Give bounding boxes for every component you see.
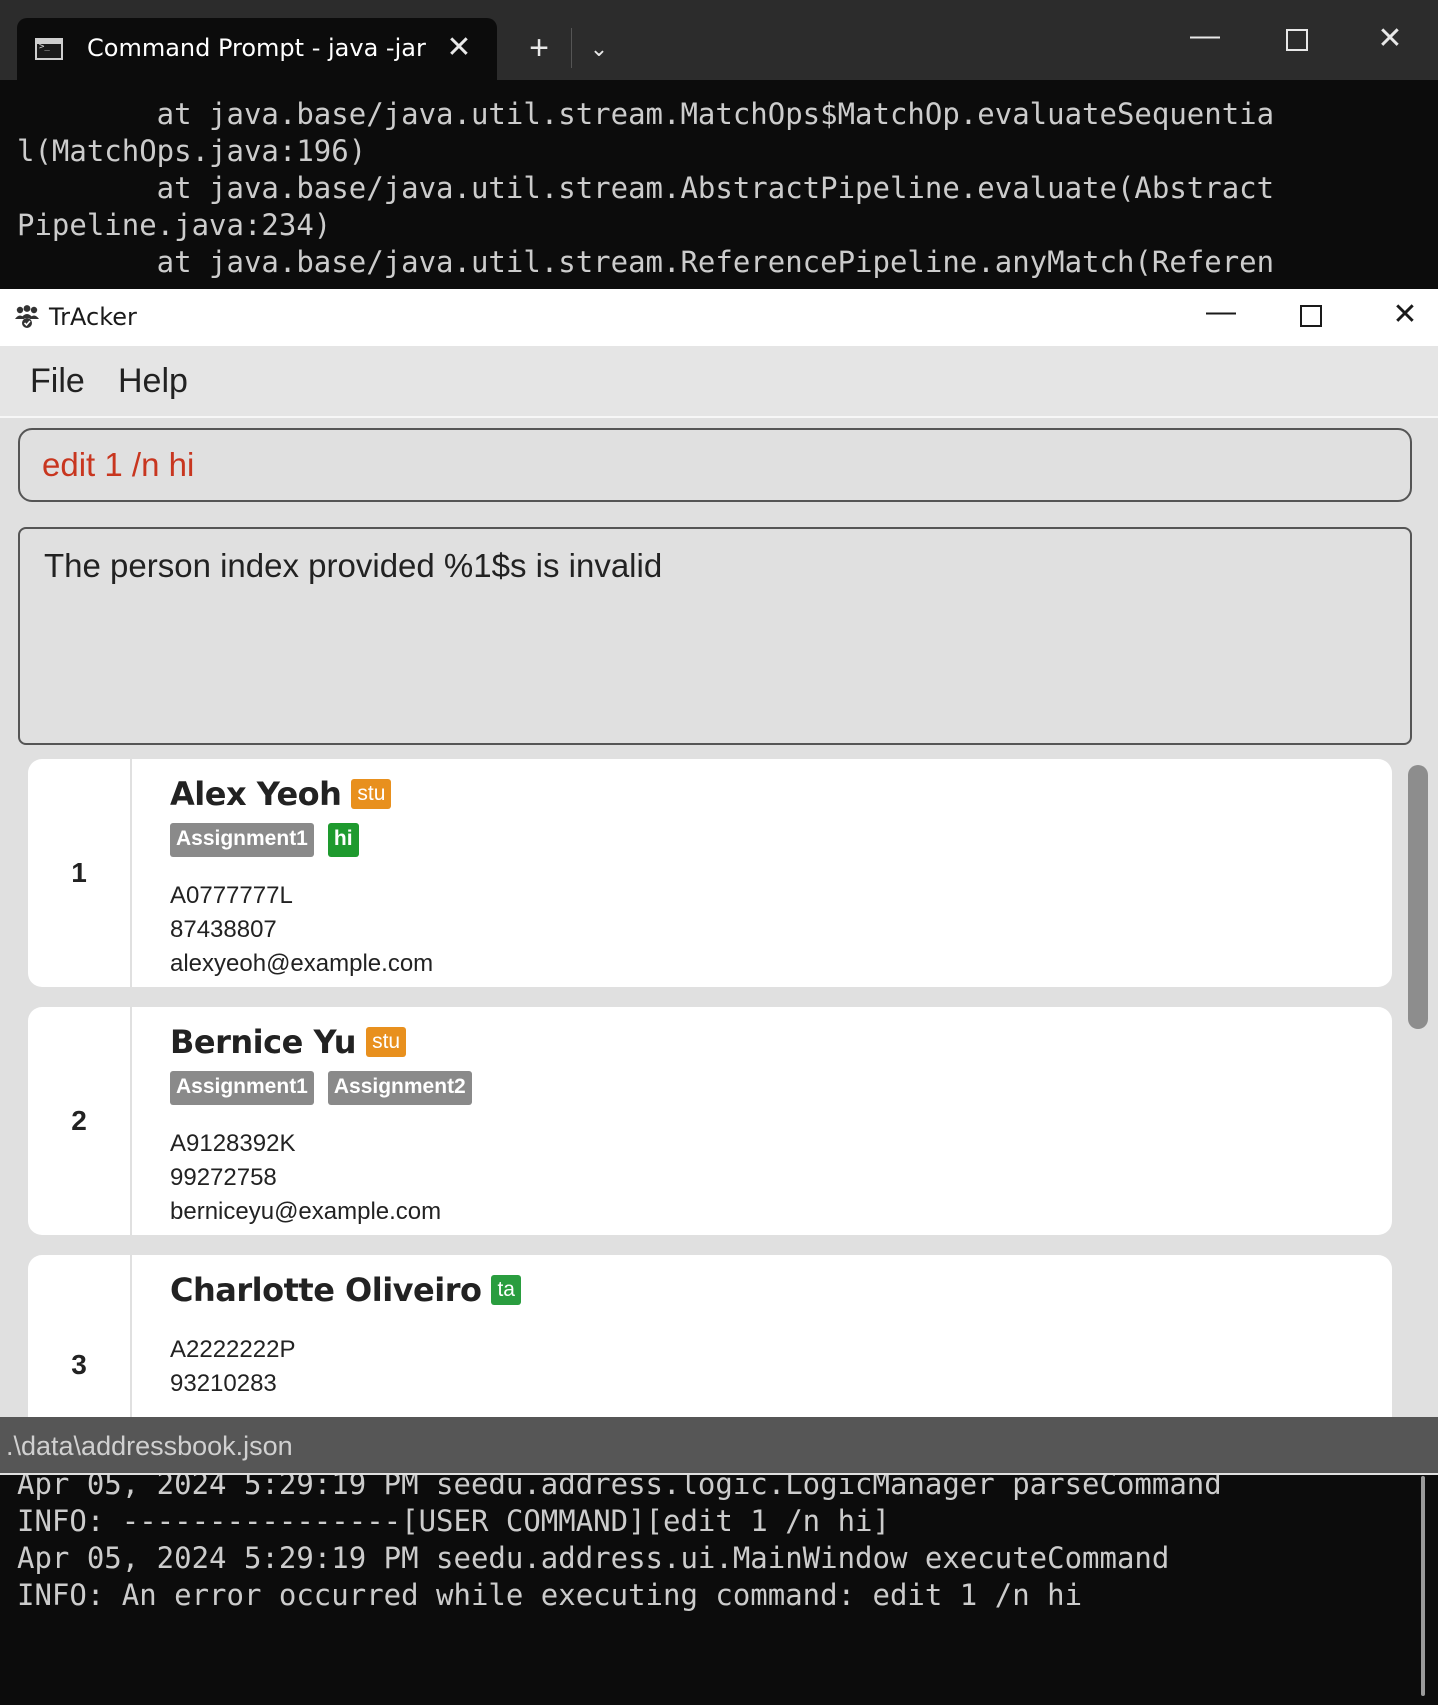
chevron-down-icon[interactable]: ⌄ [582,32,616,66]
tag: Assignment1 [170,1071,314,1105]
person-phone: 87438807 [170,916,277,943]
menu-help[interactable]: Help [118,362,188,401]
person-phone: 93210283 [170,1370,277,1397]
app-close-button[interactable]: ✕ [1380,295,1430,335]
terminal-maximize-button[interactable] [1272,18,1322,60]
terminal-line: INFO: ----------------[USER COMMAND][edi… [17,1504,890,1538]
person-card[interactable]: 2 Bernice Yu stu Assignment1 Assignment2… [28,1007,1392,1235]
maximize-icon [1286,29,1308,51]
terminal-minimize-button[interactable]: — [1180,18,1230,60]
person-id: A9128392K [170,1130,296,1157]
person-list: 1 Alex Yeoh stu Assignment1 hi A0777777L… [0,759,1438,1459]
tag-list: Assignment1 Assignment2 [170,1071,1372,1105]
person-list-scrollbar[interactable] [1408,765,1428,1029]
menu-bar: File Help [0,346,1438,418]
terminal-tab-title: Command Prompt - java -jar [87,34,426,62]
person-name: Charlotte Oliveiro [170,1271,482,1309]
maximize-icon [1300,305,1322,327]
person-phone: 99272758 [170,1164,277,1191]
tracker-window: TrAcker — ✕ File Help edit 1 /n hi The p… [0,289,1438,1475]
command-input-text: edit 1 /n hi [42,446,195,483]
person-name: Alex Yeoh [170,775,342,813]
storage-path: .\data\addressbook.json [6,1431,293,1461]
person-card[interactable]: 1 Alex Yeoh stu Assignment1 hi A0777777L… [28,759,1392,987]
person-name: Bernice Yu [170,1023,357,1061]
person-id: A2222222P [170,1336,296,1363]
terminal-line: at java.base/java.util.stream.AbstractPi… [17,171,1275,205]
terminal-line: Pipeline.java:234) [17,208,332,242]
role-badge: ta [491,1275,521,1305]
tag-list: Assignment1 hi [170,823,1372,857]
app-minimize-button[interactable]: — [1196,295,1246,335]
person-email: alexyeoh@example.com [170,950,434,977]
tag: Assignment1 [170,823,314,857]
people-icon [15,305,39,328]
terminal-line: INFO: An error occurred while executing … [17,1578,1083,1612]
close-tab-icon[interactable]: ✕ [441,30,477,66]
terminal-output-top: at java.base/java.util.stream.MatchOps$M… [17,96,1417,284]
app-maximize-button[interactable] [1286,295,1336,335]
app-titlebar: TrAcker — ✕ [0,289,1438,346]
command-prompt-icon [35,38,63,60]
terminal-output-bottom: Apr 05, 2024 5:29:19 PM seedu.address.lo… [17,1466,1417,1626]
terminal-line: Apr 05, 2024 5:29:19 PM seedu.address.ui… [17,1541,1170,1575]
tag: Assignment2 [327,1071,472,1105]
terminal-line: l(MatchOps.java:196) [17,134,367,168]
terminal-line: at java.base/java.util.stream.MatchOps$M… [17,97,1275,131]
terminal-scrollbar[interactable] [1421,1476,1425,1696]
result-message: The person index provided %1$s is invali… [44,547,663,584]
person-index: 2 [28,1007,132,1235]
role-badge: stu [366,1027,407,1057]
command-input[interactable]: edit 1 /n hi [18,428,1412,502]
menu-file[interactable]: File [30,362,85,401]
role-badge: stu [351,779,392,809]
person-id: A0777777L [170,882,293,909]
person-index: 1 [28,759,132,987]
terminal-line: at java.base/java.util.stream.ReferenceP… [17,245,1275,279]
new-tab-button[interactable]: + [521,30,557,66]
tag: hi [327,823,359,857]
terminal-titlebar: Command Prompt - java -jar ✕ + ⌄ — ✕ [0,0,1438,80]
terminal-tab[interactable]: Command Prompt - java -jar ✕ [17,18,497,80]
person-email: berniceyu@example.com [170,1198,442,1225]
terminal-close-button[interactable]: ✕ [1365,18,1415,60]
app-title: TrAcker [49,303,137,331]
result-display: The person index provided %1$s is invali… [18,527,1412,745]
tab-divider [571,28,572,68]
status-bar: .\data\addressbook.json [0,1417,1438,1473]
